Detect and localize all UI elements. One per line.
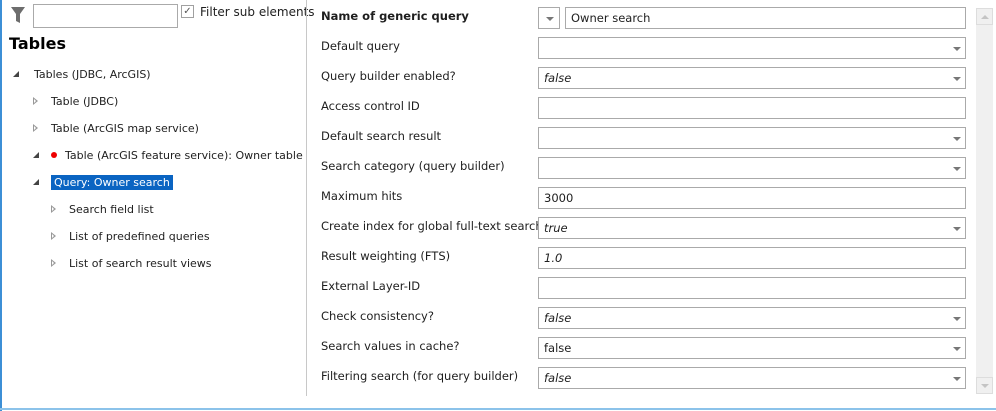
property-label: Access control ID	[321, 99, 420, 113]
property-dropdown[interactable]	[538, 127, 966, 149]
property-label: Create index for global full-text search…	[321, 219, 549, 233]
chevron-down-icon	[953, 227, 961, 231]
property-label: Filtering search (for query builder)	[321, 369, 519, 383]
property-dropdown[interactable]	[538, 37, 966, 59]
property-value: Owner search	[571, 11, 651, 25]
chevron-down-icon	[546, 17, 554, 21]
property-input[interactable]	[538, 97, 966, 119]
property-label: Check consistency?	[321, 309, 434, 323]
chevron-down-icon	[953, 377, 961, 381]
chevron-down-icon	[953, 167, 961, 171]
property-label: Name of generic query	[321, 9, 469, 23]
filter-input[interactable]	[33, 4, 178, 28]
property-label: Default search result	[321, 129, 442, 143]
modified-indicator-icon	[51, 152, 57, 158]
property-label: Search values in cache?	[321, 339, 460, 353]
tree-item-label: Table (JDBC)	[51, 94, 119, 108]
arrow-up-icon	[981, 15, 989, 19]
tree-item[interactable]: Table (JDBC)	[33, 92, 121, 110]
property-dropdown[interactable]: true	[538, 217, 966, 239]
vertical-scrollbar[interactable]	[976, 8, 993, 394]
property-input[interactable]: 3000	[538, 187, 966, 209]
chevron-down-icon	[953, 77, 961, 81]
tree-item-label: Tables (JDBC, ArcGIS)	[34, 67, 151, 81]
property-dropdown[interactable]: false	[538, 307, 966, 329]
property-value: false	[544, 71, 572, 85]
query-name-input[interactable]: Owner search	[565, 7, 966, 29]
property-dropdown[interactable]: false	[538, 367, 966, 389]
property-input[interactable]	[538, 277, 966, 299]
tree-item[interactable]: Table (ArcGIS map service)	[33, 119, 202, 137]
scroll-down-button[interactable]	[976, 377, 993, 394]
property-value: false	[544, 371, 572, 385]
property-label: Default query	[321, 39, 400, 53]
expand-arrow-icon[interactable]	[33, 124, 38, 132]
property-dropdown[interactable]	[538, 157, 966, 179]
property-value: true	[544, 221, 568, 235]
property-label: Query builder enabled?	[321, 69, 456, 83]
filter-icon[interactable]	[10, 6, 26, 24]
tree-item[interactable]: List of search result views	[51, 254, 215, 272]
chevron-down-icon	[953, 137, 961, 141]
property-label: Maximum hits	[321, 189, 403, 203]
tree-item-label: Search field list	[69, 202, 154, 216]
tree-item[interactable]: Search field list	[51, 200, 157, 218]
property-label: Search category (query builder)	[321, 159, 505, 173]
tree-item[interactable]: List of predefined queries	[51, 227, 213, 245]
tree-item[interactable]: Query: Owner search	[33, 173, 173, 191]
chevron-down-icon	[953, 47, 961, 51]
tree-item-label: Table (ArcGIS feature service): Owner ta…	[65, 148, 303, 162]
property-value: false	[544, 311, 572, 325]
collapse-arrow-icon[interactable]	[33, 179, 39, 185]
property-input[interactable]: 1.0	[538, 247, 966, 269]
expand-arrow-icon[interactable]	[51, 259, 56, 267]
expand-arrow-icon[interactable]	[51, 232, 56, 240]
tree-item-label: Query: Owner search	[51, 174, 173, 190]
tree-item-label: List of predefined queries	[69, 229, 210, 243]
panel-splitter[interactable]	[306, 0, 307, 396]
chevron-down-icon	[953, 317, 961, 321]
arrow-down-icon	[981, 384, 989, 388]
property-dropdown[interactable]: false	[538, 67, 966, 89]
collapse-arrow-icon[interactable]	[33, 152, 39, 158]
expand-arrow-icon[interactable]	[33, 97, 38, 105]
collapse-arrow-icon[interactable]	[13, 71, 19, 77]
property-dropdown[interactable]: false	[538, 337, 966, 359]
tree-item[interactable]: Tables (JDBC, ArcGIS)	[13, 65, 154, 83]
window-frame-left	[0, 0, 2, 411]
property-label: Result weighting (FTS)	[321, 249, 451, 263]
chevron-down-icon	[953, 347, 961, 351]
name-dropdown-button[interactable]	[538, 7, 560, 29]
property-value: false	[544, 341, 572, 355]
tree-item[interactable]: Table (ArcGIS feature service): Owner ta…	[33, 146, 306, 164]
property-value: 1.0	[544, 251, 563, 265]
scroll-up-button[interactable]	[976, 8, 993, 25]
property-value: 3000	[544, 191, 574, 205]
expand-arrow-icon[interactable]	[51, 205, 56, 213]
filter-sub-elements-checkbox[interactable]: ✓	[181, 5, 194, 18]
tree-item-label: Table (ArcGIS map service)	[51, 121, 199, 135]
property-label: External Layer-ID	[321, 279, 421, 293]
tables-title: Tables	[9, 34, 66, 53]
window-frame-bottom	[0, 408, 996, 410]
tree-item-label: List of search result views	[69, 256, 212, 270]
filter-sub-elements-label[interactable]: Filter sub elements	[200, 5, 315, 19]
